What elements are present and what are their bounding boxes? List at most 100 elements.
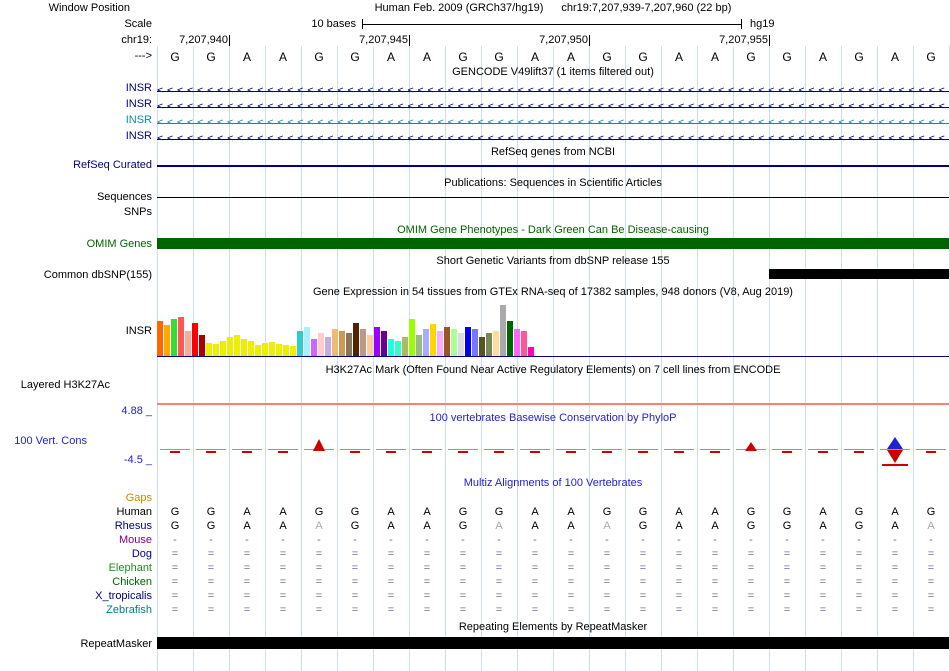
gtex-tissue-bar[interactable] <box>178 317 184 357</box>
multiz-base-cell: = <box>675 562 683 574</box>
gtex-tissue-bar[interactable] <box>430 324 436 357</box>
multiz-base-cell: = <box>711 604 719 616</box>
gencode-transcript-line[interactable]: <<<<<<<<<<<<<<<<<<<<<<<<<<<<<<<<<<<<<<<<… <box>157 86 949 96</box>
multiz-base-cell: = <box>747 590 755 602</box>
gtex-tissue-bar[interactable] <box>507 321 513 357</box>
gtex-tissue-bar[interactable] <box>444 327 450 357</box>
gtex-tissue-bar[interactable] <box>521 331 527 357</box>
multiz-base-cell: = <box>927 548 935 560</box>
gtex-tissue-bar[interactable] <box>304 327 310 357</box>
gtex-tissue-bar[interactable] <box>472 329 478 357</box>
gtex-tissue-bar[interactable] <box>157 321 163 357</box>
phylop-negative-dash <box>602 451 612 453</box>
gencode-transcript-line[interactable]: <<<<<<<<<<<<<<<<<<<<<<<<<<<<<<<<<<<<<<<<… <box>157 102 949 112</box>
gtex-tissue-bar[interactable] <box>458 333 464 357</box>
gtex-tissue-bar[interactable] <box>220 341 226 357</box>
gtex-tissue-bar[interactable] <box>493 331 499 357</box>
gtex-tissue-bar[interactable] <box>437 331 443 357</box>
gtex-tissue-bar[interactable] <box>409 319 415 357</box>
gtex-tissue-bar[interactable] <box>192 323 198 357</box>
gencode-transcript-line[interactable]: <<<<<<<<<<<<<<<<<<<<<<<<<<<<<<<<<<<<<<<<… <box>157 134 949 144</box>
multiz-base-cell: = <box>783 562 791 574</box>
multiz-base-cell: = <box>747 604 755 616</box>
phylop-negative-dash <box>638 451 648 453</box>
h3k27ac-signal-line[interactable] <box>157 403 949 405</box>
gtex-tissue-bar[interactable] <box>227 337 233 357</box>
multiz-base-cell: G <box>458 506 468 518</box>
gtex-tissue-bar[interactable] <box>248 341 254 357</box>
gtex-tissue-bar[interactable] <box>241 339 247 357</box>
multiz-base-cell: G <box>494 506 504 518</box>
multiz-base-cell: A <box>927 520 935 532</box>
multiz-base-cell: G <box>350 506 360 518</box>
refseq-curated-label[interactable]: RefSeq Curated <box>0 159 152 172</box>
h3k27ac-label[interactable]: Layered H3K27Ac <box>0 379 152 392</box>
gtex-gene-label[interactable]: INSR <box>0 325 152 338</box>
omim-genes-label[interactable]: OMIM Genes <box>0 238 152 251</box>
gencode-gene-label[interactable]: INSR <box>0 82 152 95</box>
multiz-base-cell: A <box>387 520 395 532</box>
omim-track-title: OMIM Gene Phenotypes - Dark Green Can Be… <box>397 224 709 236</box>
gtex-tissue-bar[interactable] <box>297 331 303 357</box>
gtex-tissue-bar[interactable] <box>514 329 520 357</box>
gtex-tissue-bar[interactable] <box>311 339 317 357</box>
gtex-tissue-bar[interactable] <box>402 337 408 357</box>
gtex-tissue-bar[interactable] <box>479 337 485 357</box>
gencode-gene-label[interactable]: INSR <box>0 98 152 111</box>
gencode-gene-label[interactable]: INSR <box>0 130 152 143</box>
gtex-tissue-bar[interactable] <box>199 335 205 357</box>
gencode-transcript-line[interactable]: <<<<<<<<<<<<<<<<<<<<<<<<<<<<<<<<<<<<<<<<… <box>157 118 949 128</box>
gtex-tissue-bar[interactable] <box>269 342 275 357</box>
phylop-label[interactable]: 100 Vert. Cons <box>0 435 152 448</box>
dbsnp-label[interactable]: Common dbSNP(155) <box>0 269 152 282</box>
phylop-negative-dash <box>242 451 252 453</box>
multiz-base-cell: G <box>170 520 180 532</box>
multiz-base-cell: = <box>243 604 251 616</box>
multiz-base-cell: = <box>315 548 323 560</box>
multiz-base-cell: A <box>711 520 719 532</box>
gtex-tissue-bar[interactable] <box>465 327 471 357</box>
gtex-tissue-bar[interactable] <box>388 339 394 357</box>
gtex-tissue-bar[interactable] <box>234 335 240 357</box>
gtex-tissue-bar[interactable] <box>262 343 268 357</box>
gtex-tissue-bar[interactable] <box>353 323 359 357</box>
gtex-tissue-bar[interactable] <box>374 327 380 357</box>
gtex-tissue-bar[interactable] <box>185 331 191 357</box>
multiz-base-cell: G <box>206 520 216 532</box>
gtex-tissue-bar[interactable] <box>395 341 401 357</box>
sequences-label[interactable]: Sequences <box>0 191 152 204</box>
multiz-base-cell: = <box>675 590 683 602</box>
gtex-tissue-bar[interactable] <box>486 333 492 357</box>
omim-gene-bar[interactable] <box>157 238 949 249</box>
gencode-track-title: GENCODE V49lift37 (1 items filtered out) <box>452 66 654 78</box>
gtex-tissue-bar[interactable] <box>339 331 345 357</box>
gtex-tissue-bar[interactable] <box>416 335 422 357</box>
gtex-tissue-bar[interactable] <box>164 325 170 357</box>
phylop-track-title: 100 vertebrates Basewise Conservation by… <box>429 412 677 424</box>
gtex-tissue-bar[interactable] <box>325 337 331 357</box>
gtex-bar-chart[interactable] <box>157 304 534 357</box>
gencode-gene-label[interactable]: INSR <box>0 114 152 127</box>
multiz-base-cell: = <box>423 590 431 602</box>
multiz-base-cell: A <box>387 506 395 518</box>
repeatmasker-item-bar[interactable] <box>157 637 949 649</box>
gtex-tissue-bar[interactable] <box>423 329 429 357</box>
refseq-dense-item[interactable] <box>157 165 949 167</box>
snps-label[interactable]: SNPs <box>0 206 152 219</box>
gtex-tissue-bar[interactable] <box>367 335 373 357</box>
gtex-tissue-bar[interactable] <box>171 319 177 357</box>
phylop-negative-dash <box>386 451 396 453</box>
gtex-tissue-bar[interactable] <box>500 305 506 357</box>
gtex-tissue-bar[interactable] <box>332 329 338 357</box>
gtex-tissue-bar[interactable] <box>206 343 212 357</box>
dbsnp-variant-bar[interactable] <box>769 269 949 279</box>
gtex-tissue-bar[interactable] <box>451 329 457 357</box>
gtex-tissue-bar[interactable] <box>318 333 324 357</box>
gtex-tissue-bar[interactable] <box>360 329 366 357</box>
gtex-tissue-bar[interactable] <box>381 331 387 357</box>
publications-dense-item[interactable] <box>157 197 949 198</box>
gtex-tissue-bar[interactable] <box>346 333 352 357</box>
multiz-base-cell: = <box>531 576 539 588</box>
multiz-base-cell: = <box>207 576 215 588</box>
repeatmasker-label[interactable]: RepeatMasker <box>0 638 152 651</box>
